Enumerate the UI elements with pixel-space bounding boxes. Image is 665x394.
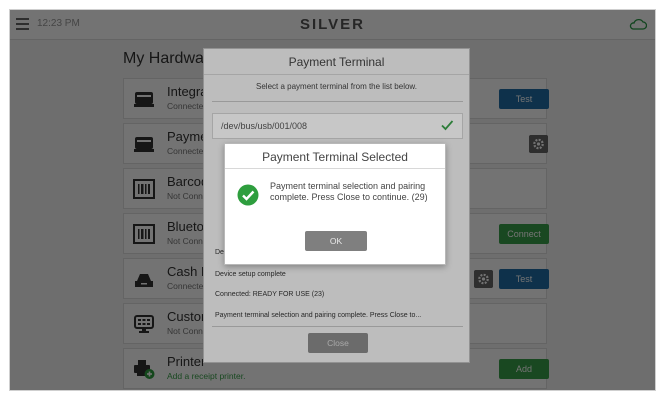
divider xyxy=(225,168,445,169)
dialog-message: Payment terminal selection and pairing c… xyxy=(270,181,428,202)
ok-button[interactable]: OK xyxy=(305,231,367,251)
terminal-selected-dialog: Payment Terminal Selected Payment termin… xyxy=(224,143,446,265)
success-check-icon xyxy=(237,184,259,206)
dialog-title: Payment Terminal Selected xyxy=(262,150,408,164)
app-screen: 12:23 PM SILVER My Hardware Integrated C… xyxy=(9,9,656,391)
